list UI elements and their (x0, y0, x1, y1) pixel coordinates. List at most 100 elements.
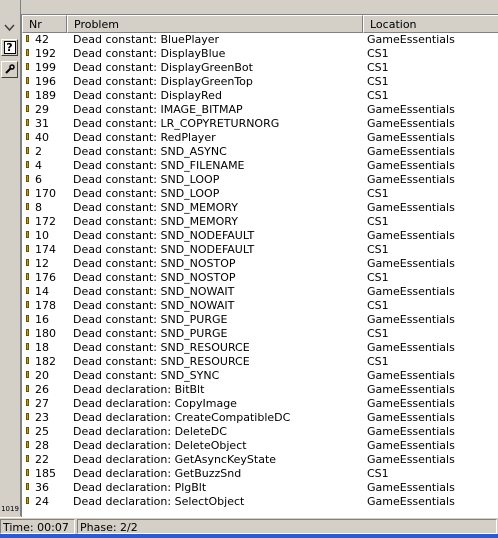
table-row[interactable]: 22 Dead declaration: GetAsyncKeyState Game… (22, 453, 498, 467)
row-location: CS1 (367, 47, 389, 60)
row-nr-text: 180 (35, 327, 56, 340)
row-nr-text: 192 (35, 47, 56, 60)
warning-marker-icon (26, 357, 29, 364)
column-header-nr[interactable]: Nr (22, 15, 67, 33)
help-button[interactable]: ? (1, 39, 18, 56)
table-row[interactable]: 8 Dead constant: SND_MEMORY GameEssentials (22, 201, 498, 215)
row-problem: Dead declaration: BitBlt (73, 383, 205, 396)
table-row[interactable]: 23 Dead declaration: CreateCompatibleDC Ga… (22, 411, 498, 425)
warning-marker-icon (26, 413, 29, 420)
table-row[interactable]: 2 Dead constant: SND_ASYNC GameEssentials (22, 145, 498, 159)
collapse-button[interactable] (1, 19, 18, 36)
warning-marker-icon (26, 133, 29, 140)
table-row[interactable]: 42 Dead constant: BluePlayer GameEssential… (22, 33, 498, 47)
table-row[interactable]: 28 Dead declaration: DeleteObject GameEsse… (22, 439, 498, 453)
table-row[interactable]: 24 Dead declaration: SelectObject GameEsse… (22, 495, 498, 509)
table-row[interactable]: 40 Dead constant: RedPlayer GameEssentials (22, 131, 498, 145)
row-nr: 174 (22, 243, 67, 257)
warning-marker-icon (26, 105, 29, 112)
row-nr: 178 (22, 299, 67, 313)
row-location: GameEssentials (367, 453, 455, 466)
warning-marker-icon (26, 427, 29, 434)
row-location: GameEssentials (367, 383, 455, 396)
taskbar-strip (0, 534, 498, 538)
table-row[interactable]: 25 Dead declaration: DeleteDC GameEssentia… (22, 425, 498, 439)
side-toolbar: ? 1019 (0, 0, 21, 516)
row-nr-text: 170 (35, 187, 56, 200)
table-row[interactable]: 170 Dead constant: SND_LOOP CS1 (22, 187, 498, 201)
warning-marker-icon (26, 469, 29, 476)
table-row[interactable]: 16 Dead constant: SND_PURGE GameEssentials (22, 313, 498, 327)
row-nr: 18 (22, 341, 67, 355)
table-row[interactable]: 176 Dead constant: SND_NOSTOP CS1 (22, 271, 498, 285)
table-row[interactable]: 4 Dead constant: SND_FILENAME GameEssentia… (22, 159, 498, 173)
row-problem: Dead declaration: SelectObject (73, 495, 245, 508)
row-nr: 31 (22, 117, 67, 131)
row-problem: Dead declaration: PlgBlt (73, 481, 207, 494)
table-row[interactable]: 192 Dead constant: DisplayBlue CS1 (22, 47, 498, 61)
row-problem: Dead constant: LR_COPYRETURNORG (73, 117, 280, 130)
row-location: GameEssentials (367, 103, 455, 116)
row-nr: 27 (22, 397, 67, 411)
row-problem: Dead constant: SND_SYNC (73, 369, 220, 382)
table-row[interactable]: 172 Dead constant: SND_MEMORY CS1 (22, 215, 498, 229)
table-row[interactable]: 14 Dead constant: SND_NOWAIT GameEssential… (22, 285, 498, 299)
table-row[interactable]: 18 Dead constant: SND_RESOURCE GameEssenti… (22, 341, 498, 355)
warning-marker-icon (26, 483, 29, 490)
row-location: CS1 (367, 61, 389, 74)
table-row[interactable]: 26 Dead declaration: BitBlt GameEssentials (22, 383, 498, 397)
table-row[interactable]: 29 Dead constant: IMAGE_BITMAP GameEssenti… (22, 103, 498, 117)
table-row[interactable]: 20 Dead constant: SND_SYNC GameEssentials (22, 369, 498, 383)
table-row[interactable]: 174 Dead constant: SND_NODEFAULT CS1 (22, 243, 498, 257)
row-nr-text: 27 (35, 397, 49, 410)
row-problem: Dead constant: SND_NOWAIT (73, 285, 235, 298)
row-location: GameEssentials (367, 411, 455, 424)
table-row[interactable]: 10 Dead constant: SND_NODEFAULT GameEssent… (22, 229, 498, 243)
warning-marker-icon (26, 119, 29, 126)
row-nr-text: 23 (35, 411, 49, 424)
row-location: GameEssentials (367, 285, 455, 298)
table-row[interactable]: 199 Dead constant: DisplayGreenBot CS1 (22, 61, 498, 75)
row-nr: 182 (22, 355, 67, 369)
row-nr: 12 (22, 257, 67, 271)
table-row[interactable]: 180 Dead constant: SND_PURGE CS1 (22, 327, 498, 341)
row-problem: Dead constant: SND_RESOURCE (73, 355, 250, 368)
table-row[interactable]: 182 Dead constant: SND_RESOURCE CS1 (22, 355, 498, 369)
row-problem: Dead constant: BluePlayer (73, 33, 220, 46)
table-row[interactable]: 196 Dead constant: DisplayGreenTop CS1 (22, 75, 498, 89)
warning-marker-icon (26, 49, 29, 56)
chevron-down-icon (4, 23, 15, 31)
warning-marker-icon (26, 273, 29, 280)
row-problem: Dead declaration: CreateCompatibleDC (73, 411, 291, 424)
table-row[interactable]: 12 Dead constant: SND_NOSTOP GameEssential… (22, 257, 498, 271)
warning-marker-icon (26, 301, 29, 308)
row-problem: Dead constant: SND_LOOP (73, 173, 220, 186)
row-location: CS1 (367, 89, 389, 102)
table-row[interactable]: 36 Dead declaration: PlgBlt GameEssentials (22, 481, 498, 495)
column-header-location[interactable]: Location (363, 15, 498, 33)
row-nr: 170 (22, 187, 67, 201)
row-problem: Dead constant: SND_LOOP (73, 187, 220, 200)
row-nr-text: 10 (35, 229, 49, 242)
row-nr: 40 (22, 131, 67, 145)
table-row[interactable]: 189 Dead constant: DisplayRed CS1 (22, 89, 498, 103)
warning-marker-icon (26, 63, 29, 70)
warning-marker-icon (26, 35, 29, 42)
table-row[interactable]: 27 Dead declaration: CopyImage GameEssenti… (22, 397, 498, 411)
warning-marker-icon (26, 315, 29, 322)
problems-list[interactable]: Nr Problem Location 42 Dead constant: Blu… (21, 14, 498, 517)
row-location: CS1 (367, 327, 389, 340)
column-header-problem[interactable]: Problem (67, 15, 363, 33)
settings-button[interactable] (1, 61, 18, 78)
table-row[interactable]: 185 Dead declaration: GetBuzzSnd CS1 (22, 467, 498, 481)
list-body: 42 Dead constant: BluePlayer GameEssential… (22, 33, 498, 509)
warning-marker-icon (26, 189, 29, 196)
row-nr: 176 (22, 271, 67, 285)
table-row[interactable]: 31 Dead constant: LR_COPYRETURNORG GameEss… (22, 117, 498, 131)
row-nr: 180 (22, 327, 67, 341)
table-row[interactable]: 178 Dead constant: SND_NOWAIT CS1 (22, 299, 498, 313)
row-problem: Dead declaration: CopyImage (73, 397, 237, 410)
row-problem: Dead constant: SND_PURGE (73, 327, 228, 340)
table-row[interactable]: 6 Dead constant: SND_LOOP GameEssentials (22, 173, 498, 187)
row-nr-text: 42 (35, 33, 49, 46)
